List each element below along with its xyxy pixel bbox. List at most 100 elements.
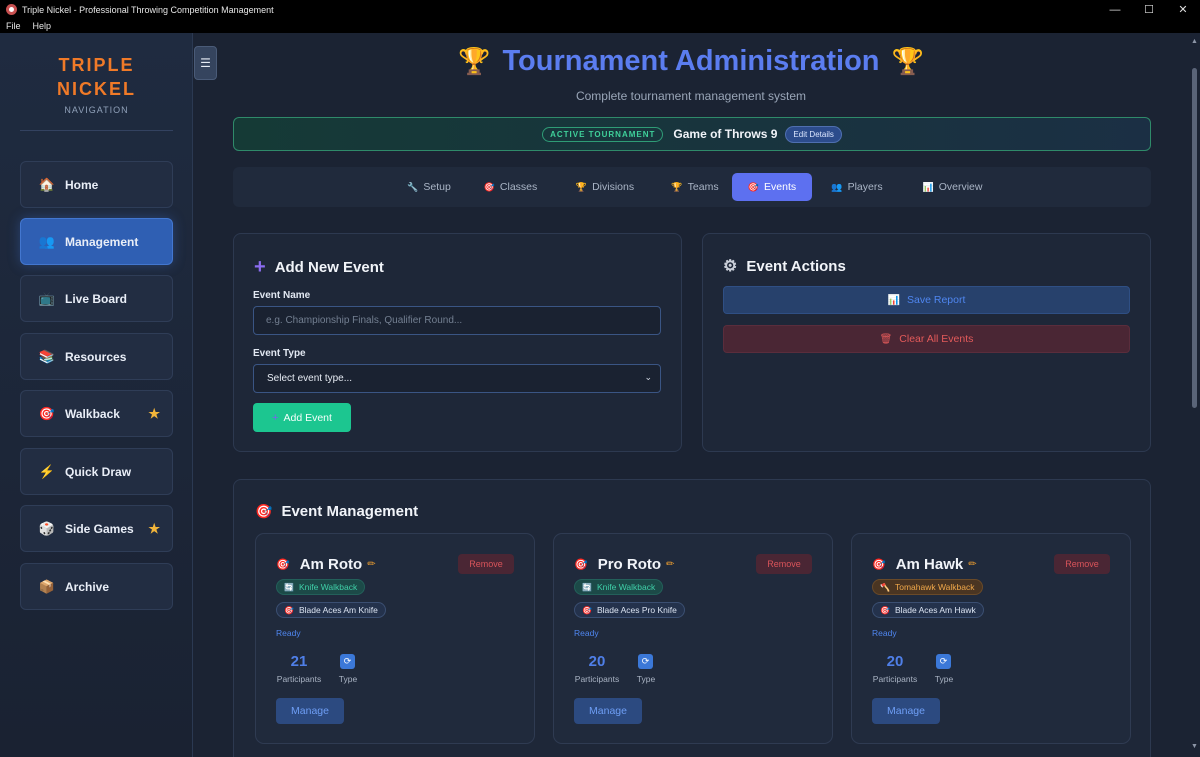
menu-help[interactable]: Help (33, 21, 52, 31)
sidebar-item-side-games[interactable]: 🎲 Side Games ★ (20, 505, 173, 552)
event-class-label: Blade Aces Am Knife (298, 605, 378, 615)
add-event-button[interactable]: + Add Event (253, 403, 351, 432)
tab-players[interactable]: 👥 Players (818, 173, 896, 201)
event-name-placeholder: e.g. Championship Finals, Qualifier Roun… (266, 315, 463, 326)
tab-events[interactable]: 🎯 Events (732, 173, 812, 201)
menu-file[interactable]: File (6, 21, 21, 31)
scroll-down-arrow-icon[interactable]: ▼ (1191, 743, 1198, 750)
minimize-button[interactable]: — (1098, 4, 1132, 16)
event-type-label: Knife Walkback (298, 582, 358, 592)
participants-label: Participants (872, 674, 918, 684)
page-title-text: Tournament Administration (502, 45, 880, 77)
sidebar-item-label: Side Games (65, 521, 134, 536)
event-class-label: Blade Aces Am Hawk (894, 605, 976, 615)
brand-line-1: TRIPLE (58, 55, 135, 75)
event-class-label: Blade Aces Pro Knife (596, 605, 677, 615)
event-type-select[interactable]: Select event type... ⌄ (253, 364, 661, 393)
dice-icon: 🎲 (38, 520, 56, 536)
sidebar-item-home[interactable]: 🏠 Home (20, 161, 173, 208)
target-icon: 🎯 (276, 559, 290, 571)
plus-icon: + (254, 256, 266, 278)
event-status: Ready (574, 628, 599, 638)
tab-teams[interactable]: 🏆 Teams (655, 173, 735, 201)
page-title: 🏆 Tournament Administration 🏆 (194, 45, 1188, 78)
close-button[interactable]: ✕ (1166, 3, 1200, 16)
active-tournament-banner: ACTIVE TOURNAMENT Game of Throws 9 Edit … (233, 117, 1151, 151)
event-type-value: Select event type... (267, 373, 353, 384)
trophy-icon: 🏆 (458, 46, 491, 76)
sidebar-item-resources[interactable]: 📚 Resources (20, 333, 173, 380)
tab-label: Events (764, 181, 797, 193)
sidebar-item-walkback[interactable]: 🎯 Walkback ★ (20, 390, 173, 437)
maximize-button[interactable]: ☐ (1132, 3, 1166, 16)
target-icon: 🎯 (574, 559, 588, 571)
event-type-badge: 🪓 Tomahawk Walkback (872, 579, 983, 595)
event-management-title-text: Event Management (281, 503, 419, 520)
tab-label: Setup (423, 181, 451, 193)
edit-details-button[interactable]: Edit Details (785, 125, 842, 143)
sidebar-item-label: Quick Draw (65, 464, 132, 479)
target-icon: 🎯 (38, 405, 56, 421)
admin-tabs: 🔧 Setup 🎯 Classes 🏆 Divisions 🏆 Teams 🎯 Events 👥 Pl… (233, 167, 1151, 207)
add-event-card: + Add New Event Event Name e.g. Champion… (233, 233, 682, 452)
tab-label: Divisions (592, 181, 635, 193)
tab-icon: 📊 (922, 181, 934, 192)
event-type-label: Event Type (253, 348, 306, 359)
manage-event-button[interactable]: Manage (872, 698, 940, 724)
participants-count: 21 (290, 653, 308, 670)
event-card-header: 🎯 Am Hawk ✏ (872, 556, 977, 573)
brand: TRIPLE NICKEL NAVIGATION (0, 53, 193, 115)
tab-setup[interactable]: 🔧 Setup (394, 173, 464, 201)
remove-event-button[interactable]: Remove (1054, 554, 1110, 574)
event-actions-title-text: Event Actions (746, 257, 846, 275)
page-subtitle: Complete tournament management system (575, 89, 807, 103)
scrollbar-thumb[interactable] (1192, 68, 1197, 408)
event-name-input[interactable]: e.g. Championship Finals, Qualifier Roun… (253, 306, 661, 335)
tab-divisions[interactable]: 🏆 Divisions (560, 173, 650, 201)
manage-event-button[interactable]: Manage (276, 698, 344, 724)
sidebar-item-label: Home (65, 177, 99, 192)
type-label: Type (934, 674, 954, 684)
target-icon: 🎯 (880, 605, 890, 615)
save-report-button[interactable]: 📊 Save Report (723, 286, 1130, 314)
event-actions-card: ⚙ Event Actions 📊 Save Report 🗑 Clear Al… (702, 233, 1151, 452)
event-card-header: 🎯 Am Roto ✏ (276, 556, 376, 573)
clear-all-events-label: Clear All Events (899, 333, 974, 345)
tab-classes[interactable]: 🎯 Classes (473, 173, 548, 201)
type-label: Type (338, 674, 358, 684)
event-actions-title: ⚙ Event Actions (723, 256, 846, 276)
sidebar-item-management[interactable]: 👥 Management (20, 218, 173, 265)
target-icon: 🎯 (582, 605, 592, 615)
pencil-edit-icon[interactable]: ✏ (666, 559, 674, 570)
tab-icon: 👥 (831, 181, 843, 192)
event-card: 🎯 Am Hawk ✏ Remove 🪓 Tomahawk Walkback 🎯 Blade … (851, 533, 1131, 744)
tab-icon: 🎯 (483, 181, 495, 192)
main-content: 🏆 Tournament Administration 🏆 Complete tou… (194, 33, 1188, 757)
pencil-edit-icon[interactable]: ✏ (968, 559, 976, 570)
scrollbar[interactable]: ▲ ▼ (1189, 33, 1200, 757)
tab-icon: 🔧 (407, 181, 419, 192)
pencil-edit-icon[interactable]: ✏ (367, 559, 375, 570)
remove-event-button[interactable]: Remove (458, 554, 514, 574)
clear-all-events-button[interactable]: 🗑 Clear All Events (723, 325, 1130, 353)
scroll-up-arrow-icon[interactable]: ▲ (1191, 38, 1198, 45)
gear-icon: ⚙ (723, 258, 738, 275)
event-type-badge: 🔄 Knife Walkback (574, 579, 664, 595)
sidebar-item-archive[interactable]: 📦 Archive (20, 563, 173, 610)
add-event-title: + Add New Event (254, 256, 384, 279)
star-icon: ★ (148, 521, 160, 536)
tab-icon: 🏆 (575, 181, 588, 192)
manage-event-button[interactable]: Manage (574, 698, 642, 724)
remove-event-button[interactable]: Remove (756, 554, 812, 574)
tab-overview[interactable]: 📊 Overview (905, 173, 1000, 201)
sidebar-item-label: Management (65, 234, 139, 249)
app-target-icon (6, 4, 17, 15)
sidebar-item-quick-draw[interactable]: ⚡ Quick Draw (20, 448, 173, 495)
sidebar-item-label: Live Board (65, 291, 128, 306)
box-icon: 📦 (38, 578, 56, 594)
sidebar-item-live-board[interactable]: 📺 Live Board (20, 275, 173, 322)
brand-subtitle: NAVIGATION (64, 105, 129, 115)
tab-label: Overview (938, 181, 983, 193)
event-name: Pro Roto (597, 556, 662, 573)
event-type-icon: 🔄 (582, 582, 592, 592)
